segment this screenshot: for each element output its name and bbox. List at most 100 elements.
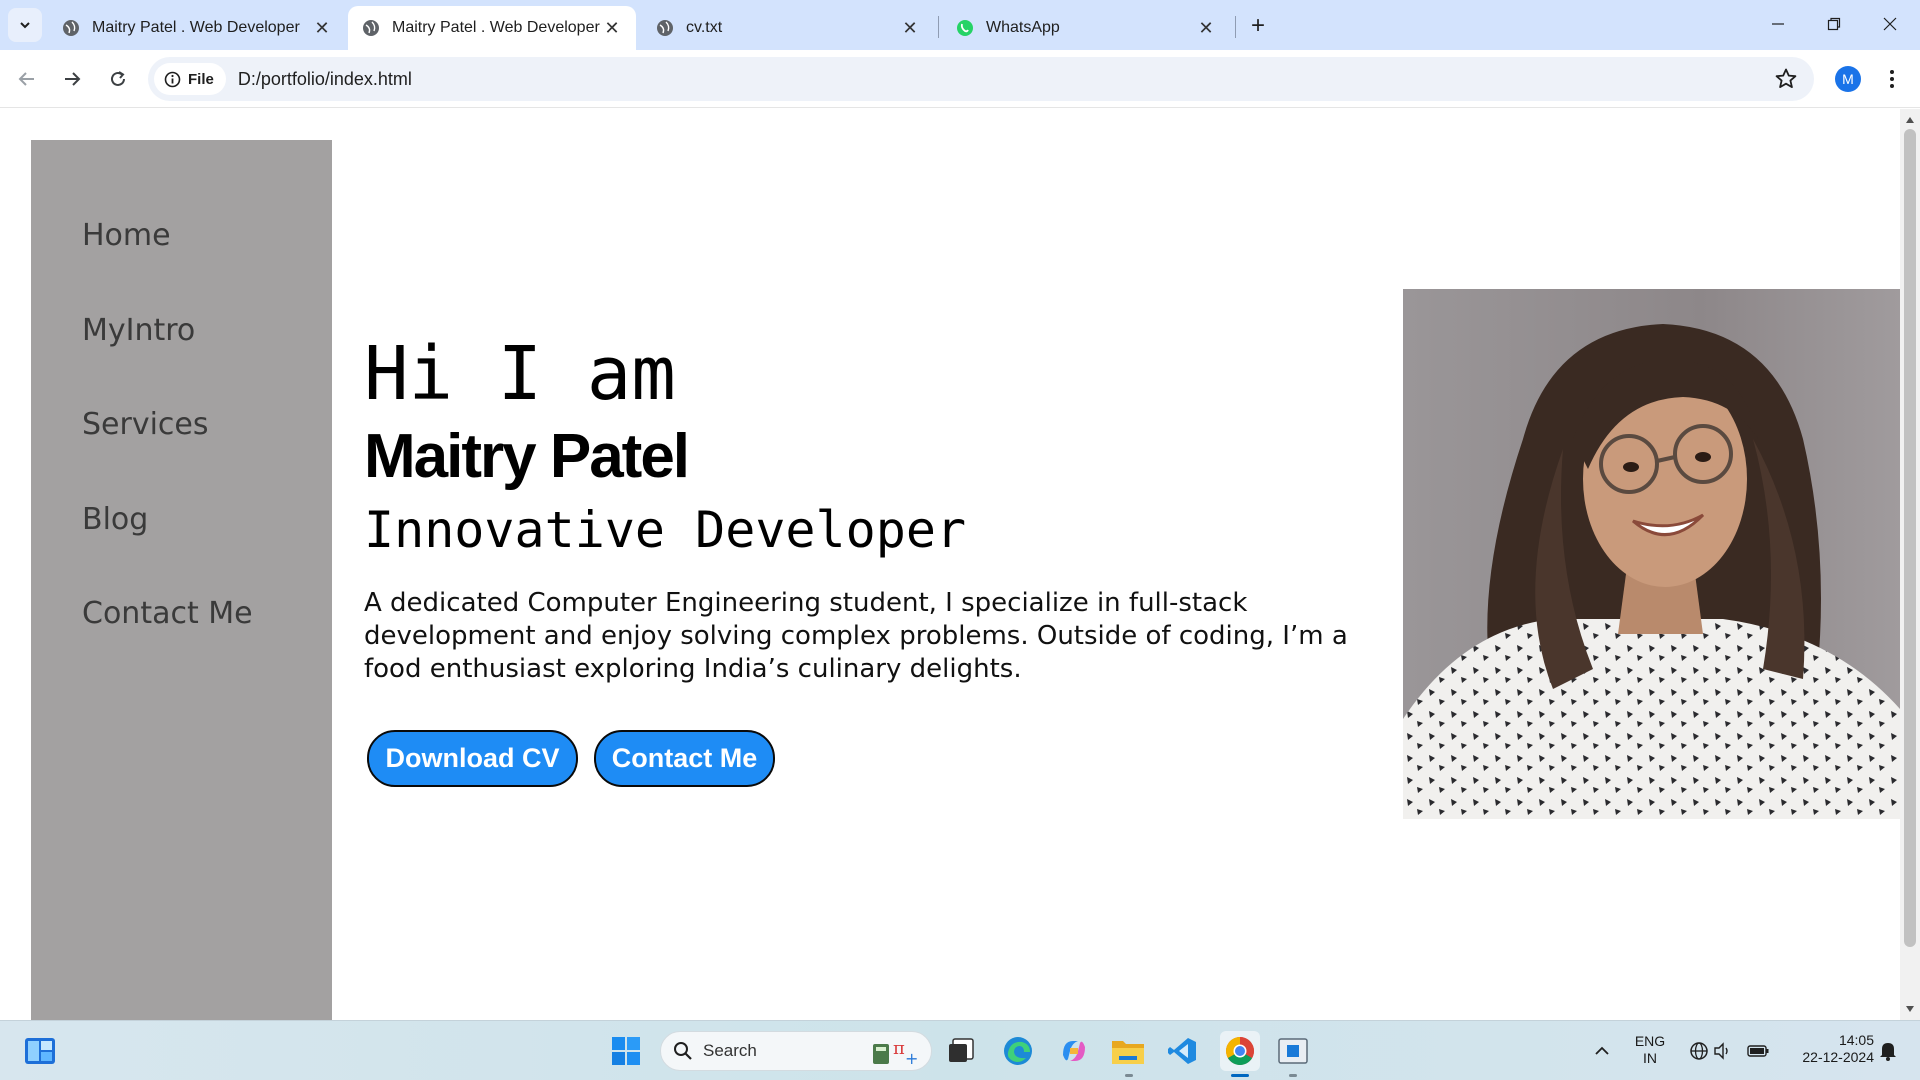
hero-role: Innovative Developer xyxy=(364,501,967,559)
search-icon xyxy=(674,1042,692,1060)
chrome-icon xyxy=(1226,1037,1254,1065)
site-info-chip[interactable]: File xyxy=(154,63,226,95)
copilot-icon xyxy=(1063,1041,1085,1061)
new-tab-button[interactable]: + xyxy=(1244,12,1272,40)
tab-portfolio-1[interactable]: Maitry Patel . Web Developer ✕ xyxy=(48,6,346,50)
browser-toolbar: File D:/portfolio/index.html M xyxy=(0,50,1920,108)
minimize-button[interactable] xyxy=(1750,0,1806,48)
clock-date: 22-12-2024 xyxy=(1802,1049,1874,1065)
scroll-up-arrow[interactable] xyxy=(1900,111,1920,129)
profile-avatar[interactable]: M xyxy=(1835,66,1861,92)
more-vert-icon xyxy=(1890,70,1894,88)
hero-section: Hi I am Maitry Patel Innovative Develope… xyxy=(364,109,1404,1009)
hero-bio: A dedicated Computer Engineering student… xyxy=(364,588,1348,684)
bell-icon xyxy=(1880,1043,1896,1061)
close-icon xyxy=(1883,17,1897,31)
vscode-icon xyxy=(1168,1038,1196,1064)
tab-separator xyxy=(1235,16,1236,38)
system-tray-status[interactable] xyxy=(1681,1033,1741,1069)
address-bar[interactable]: File D:/portfolio/index.html xyxy=(148,57,1814,101)
widgets-button[interactable] xyxy=(22,1033,58,1069)
nav-link-blog[interactable]: Blog xyxy=(82,502,148,537)
running-indicator xyxy=(1289,1074,1297,1077)
globe-icon xyxy=(63,20,79,36)
app-window-icon xyxy=(1278,1038,1308,1064)
chevron-down-icon xyxy=(20,22,30,29)
nav-link-home[interactable]: Home xyxy=(82,218,171,253)
url-text[interactable]: D:/portfolio/index.html xyxy=(238,69,412,90)
tab-title: cv.txt xyxy=(686,19,723,36)
hero-name: Maitry Patel xyxy=(364,422,690,491)
close-tab-icon[interactable]: ✕ xyxy=(1196,18,1216,38)
page-scrollbar[interactable] xyxy=(1900,109,1920,1020)
taskbar-edge[interactable] xyxy=(1000,1033,1036,1069)
running-indicator xyxy=(1125,1074,1133,1077)
nav-link-contact[interactable]: Contact Me xyxy=(82,596,253,631)
close-window-button[interactable] xyxy=(1862,0,1918,48)
notifications-button[interactable] xyxy=(1870,1033,1906,1069)
tab-cv-txt[interactable]: cv.txt ✕ xyxy=(642,6,934,50)
taskbar-task-view[interactable] xyxy=(943,1033,979,1069)
restore-icon xyxy=(1827,17,1841,31)
clock-time: 14:05 xyxy=(1838,1032,1874,1048)
windows-start-icon xyxy=(612,1037,640,1065)
tab-search-button[interactable] xyxy=(8,8,42,42)
start-button[interactable] xyxy=(608,1033,644,1069)
folder-icon xyxy=(1112,1041,1144,1064)
tab-strip: Maitry Patel . Web Developer ✕ Maitry Pa… xyxy=(0,0,1920,50)
close-tab-icon[interactable]: ✕ xyxy=(602,18,622,38)
nav-link-myintro[interactable]: MyIntro xyxy=(82,313,195,348)
windows-taskbar: Search π + ENG IN 14:05 22-12-2024 xyxy=(0,1020,1920,1080)
minimize-icon xyxy=(1772,23,1784,25)
taskbar-search-label: Search xyxy=(703,1041,757,1060)
language-code: ENG xyxy=(1634,1033,1666,1049)
svg-text:+: + xyxy=(905,1049,918,1068)
tab-title: Maitry Patel . Web Developer xyxy=(392,19,600,36)
tab-portfolio-2[interactable]: Maitry Patel . Web Developer ✕ xyxy=(348,6,636,50)
region-code: IN xyxy=(1643,1050,1657,1066)
battery-icon xyxy=(1747,1045,1769,1057)
network-icon xyxy=(1690,1042,1708,1060)
tab-whatsapp[interactable]: WhatsApp ✕ xyxy=(942,6,1230,50)
taskbar-app-window[interactable] xyxy=(1275,1033,1311,1069)
task-view-icon xyxy=(949,1038,974,1062)
triangle-up-icon xyxy=(1906,117,1914,123)
arrow-left-icon xyxy=(18,72,34,86)
taskbar-vscode[interactable] xyxy=(1164,1033,1200,1069)
edge-icon xyxy=(1004,1037,1032,1065)
site-chip-label: File xyxy=(188,70,214,88)
close-tab-icon[interactable]: ✕ xyxy=(900,18,920,38)
svg-text:π: π xyxy=(893,1038,905,1059)
calculator-pi-icon: π + xyxy=(873,1038,918,1068)
taskbar-search-box[interactable]: Search π + xyxy=(660,1031,932,1071)
battery-status[interactable] xyxy=(1740,1033,1776,1069)
tab-separator xyxy=(938,16,939,38)
close-tab-icon[interactable]: ✕ xyxy=(312,18,332,38)
portrait-illustration xyxy=(1403,289,1900,819)
clock[interactable]: 14:05 22-12-2024 xyxy=(1782,1032,1874,1066)
portrait-photo xyxy=(1403,289,1900,819)
scroll-down-arrow[interactable] xyxy=(1900,1000,1920,1018)
taskbar-file-explorer[interactable] xyxy=(1110,1033,1146,1069)
forward-button[interactable] xyxy=(56,63,88,95)
language-indicator[interactable]: ENG IN xyxy=(1628,1033,1672,1067)
nav-link-services[interactable]: Services xyxy=(82,407,209,442)
arrow-right-icon xyxy=(65,72,81,86)
taskbar-chrome[interactable] xyxy=(1220,1031,1260,1071)
reload-button[interactable] xyxy=(102,63,134,95)
triangle-down-icon xyxy=(1906,1006,1914,1012)
page-viewport: Home MyIntro Services Blog Contact Me Hi… xyxy=(0,109,1900,1020)
download-cv-button[interactable]: Download CV xyxy=(367,730,578,787)
browser-menu-button[interactable] xyxy=(1880,63,1904,95)
globe-icon xyxy=(363,20,379,36)
scroll-thumb[interactable] xyxy=(1904,129,1916,947)
contact-me-button[interactable]: Contact Me xyxy=(594,730,775,787)
info-icon xyxy=(164,71,181,87)
tab-title: WhatsApp xyxy=(986,19,1060,36)
bookmark-star-icon[interactable] xyxy=(1774,67,1798,91)
taskbar-copilot[interactable] xyxy=(1056,1033,1092,1069)
chevron-up-icon xyxy=(1595,1046,1609,1055)
restore-button[interactable] xyxy=(1806,0,1862,48)
back-button[interactable] xyxy=(11,63,43,95)
show-hidden-icons-button[interactable] xyxy=(1584,1033,1620,1069)
